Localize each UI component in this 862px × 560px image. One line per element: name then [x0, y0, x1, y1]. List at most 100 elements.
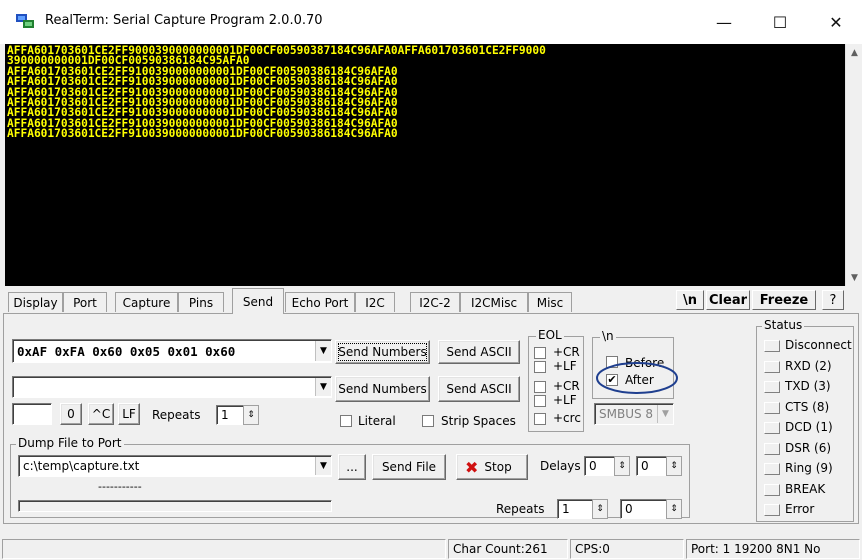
send-zero-button[interactable]: 0 [60, 403, 82, 425]
dump-repeats-value-1: 1 [562, 502, 570, 516]
tab-pins[interactable]: Pins [178, 292, 224, 312]
status-bar: Char Count:261 CPS:0 Port: 1 19200 8N1 N… [0, 538, 862, 560]
tab-i2c-2[interactable]: I2C-2 [410, 292, 460, 312]
eol-crc-label: +crc [553, 411, 581, 425]
status-item-label: Disconnect [785, 338, 852, 352]
freeze-button[interactable]: Freeze [752, 290, 816, 310]
eol-lf-checkbox-2[interactable] [534, 395, 546, 407]
tab-misc[interactable]: Misc [528, 292, 572, 312]
send-numbers-button-1[interactable]: Send Numbers [335, 340, 430, 364]
dump-progress-text: ----------- [98, 480, 142, 493]
dump-repeats-value-2: 0 [625, 502, 633, 516]
delay-input-1[interactable]: 0 [584, 456, 616, 476]
eol-cr-label-2: +CR [553, 379, 580, 393]
terminal-scrollbar[interactable]: ▲ ▼ [845, 44, 862, 286]
status-led [764, 381, 780, 393]
eol-cr-checkbox-1[interactable] [534, 347, 546, 359]
chevron-down-icon[interactable]: ▼ [315, 378, 331, 396]
status-item-label: CTS (8) [785, 399, 830, 414]
chevron-down-icon[interactable]: ▼ [315, 341, 331, 361]
send-numbers-combo-1[interactable]: 0xAF 0xFA 0x60 0x05 0x01 0x60 [12, 339, 332, 363]
scroll-down-icon[interactable]: ▼ [846, 269, 862, 286]
strip-spaces-checkbox[interactable] [422, 415, 434, 427]
status-led [764, 504, 780, 516]
status-item-label: Ring (9) [785, 461, 833, 475]
maximize-button[interactable]: ☐ [756, 0, 804, 44]
terminal-output[interactable]: AFFA601703601CE2FF9000390000000001DF00CF… [5, 44, 845, 286]
browse-file-button[interactable]: ... [338, 454, 366, 480]
repeats-label: Repeats [152, 408, 201, 422]
dump-file-path-value: c:\temp\capture.txt [23, 459, 140, 473]
send-ascii-button-2[interactable]: Send ASCII [438, 376, 520, 402]
eol-lf-checkbox-1[interactable] [534, 361, 546, 373]
send-numbers-button-2[interactable]: Send Numbers [335, 376, 430, 402]
tab-i2c[interactable]: I2C [355, 292, 395, 312]
newline-toggle-button[interactable]: \n [676, 290, 704, 310]
tab-display[interactable]: Display [8, 292, 63, 312]
terminal-lines: AFFA601703601CE2FF9000390000000001DF00CF… [5, 44, 845, 140]
close-button[interactable]: ✕ [812, 0, 860, 44]
eol-crc-checkbox[interactable] [534, 413, 546, 425]
strip-spaces-label: Strip Spaces [441, 414, 516, 428]
tab-echo-port[interactable]: Echo Port [285, 292, 355, 312]
repeats-spinner[interactable]: ⇕ [243, 405, 259, 425]
stop-button[interactable]: ✖ Stop [456, 454, 528, 480]
minimize-button[interactable]: — [700, 0, 748, 44]
status-title: Status [762, 318, 805, 332]
char-count: Char Count:261 [448, 539, 568, 559]
send-ctrl-c-button[interactable]: ^C [88, 403, 114, 425]
literal-label: Literal [358, 414, 396, 428]
dump-repeats-spinner-1[interactable]: ⇕ [592, 499, 608, 519]
chevron-down-icon[interactable]: ▼ [315, 457, 331, 475]
terminal-line: AFFA601703601CE2FF9100390000000001DF00CF… [7, 127, 398, 141]
dump-repeats-spinner-2[interactable]: ⇕ [666, 499, 682, 519]
send-lf-button[interactable]: LF [118, 403, 140, 425]
single-char-input[interactable] [12, 403, 52, 425]
clear-button[interactable]: Clear [706, 290, 750, 310]
status-item-label: Error [785, 502, 815, 516]
repeats-input[interactable]: 1 [216, 405, 244, 425]
status-led [764, 483, 780, 496]
dump-file-path-combo[interactable]: c:\temp\capture.txt [18, 455, 332, 477]
tab-i2cmisc[interactable]: I2CMisc [460, 292, 528, 312]
delay-input-2[interactable]: 0 [636, 456, 668, 476]
tab-row: Display Port Capture Pins Send Echo Port… [0, 288, 862, 316]
status-led [764, 340, 780, 352]
status-item-label: DCD (1) [785, 420, 833, 434]
help-button[interactable]: ? [822, 290, 844, 310]
tab-port[interactable]: Port [63, 292, 107, 312]
cps: CPS:0 [570, 539, 684, 559]
highlight-circle-annotation [596, 362, 678, 394]
chevron-down-icon[interactable]: ▼ [657, 405, 673, 423]
send-numbers-value-1: 0xAF 0xFA 0x60 0x05 0x01 0x60 [17, 343, 236, 359]
port-settings: Port: 1 19200 8N1 No [686, 539, 860, 559]
status-led [764, 463, 780, 475]
delay-spinner-1[interactable]: ⇕ [614, 456, 630, 476]
eol-cr-checkbox-2[interactable] [534, 381, 546, 393]
send-file-button[interactable]: Send File [372, 454, 446, 480]
scroll-up-icon[interactable]: ▲ [846, 44, 862, 61]
eol-lf-label-1: +LF [553, 359, 577, 373]
dump-repeats-input-1[interactable]: 1 [557, 499, 593, 519]
status-item-label: BREAK [785, 481, 826, 496]
eol-lf-label-2: +LF [553, 393, 577, 407]
delay-value-2: 0 [641, 459, 649, 473]
status-led [764, 422, 780, 434]
send-ascii-button-1[interactable]: Send ASCII [438, 340, 520, 364]
tab-send[interactable]: Send [232, 288, 284, 314]
delay-value-1: 0 [589, 459, 597, 473]
delays-label: Delays [540, 459, 581, 473]
literal-checkbox[interactable] [340, 415, 352, 427]
send-numbers-combo-2[interactable] [12, 376, 332, 398]
delay-spinner-2[interactable]: ⇕ [666, 456, 682, 476]
status-led [764, 401, 780, 414]
status-item-label: TXD (3) [785, 379, 831, 393]
dump-repeats-input-2[interactable]: 0 [620, 499, 668, 519]
status-led [764, 360, 780, 373]
newline-group-title: \n [600, 329, 616, 343]
tab-capture[interactable]: Capture [115, 292, 178, 312]
eol-cr-label-1: +CR [553, 345, 580, 359]
realterm-app-icon [16, 14, 34, 28]
stop-label: Stop [484, 460, 512, 474]
dump-progress-bar [18, 500, 332, 512]
